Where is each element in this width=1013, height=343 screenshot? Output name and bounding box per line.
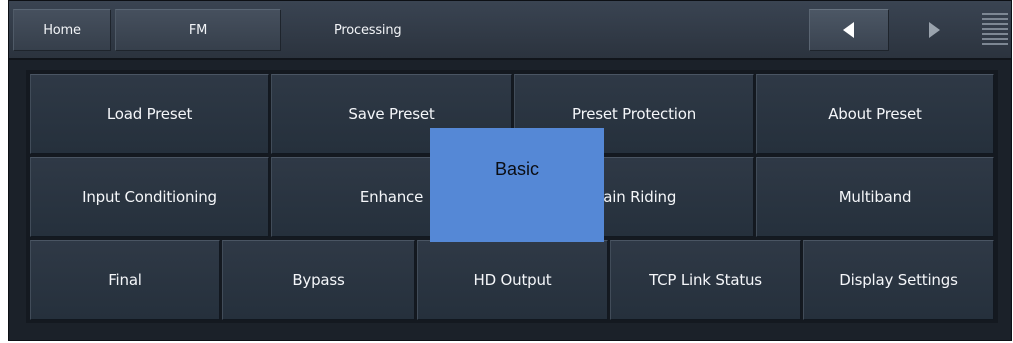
input-conditioning-button[interactable]: Input Conditioning bbox=[30, 157, 269, 237]
triangle-right-icon bbox=[929, 22, 940, 38]
load-preset-button[interactable]: Load Preset bbox=[30, 74, 269, 154]
hd-output-button[interactable]: HD Output bbox=[417, 240, 608, 320]
breadcrumb-processing: Processing bbox=[334, 22, 402, 38]
display-settings-button[interactable]: Display Settings bbox=[803, 240, 994, 320]
triangle-left-icon bbox=[843, 22, 854, 38]
tab-home[interactable]: Home bbox=[13, 9, 111, 51]
hamburger-icon bbox=[982, 13, 1008, 15]
final-button[interactable]: Final bbox=[30, 240, 220, 320]
bypass-button[interactable]: Bypass bbox=[222, 240, 415, 320]
tcp-link-status-button[interactable]: TCP Link Status bbox=[610, 240, 801, 320]
top-navigation-bar: Home FM Processing bbox=[9, 1, 1011, 60]
back-button[interactable] bbox=[809, 9, 889, 51]
about-preset-button[interactable]: About Preset bbox=[756, 74, 994, 154]
forward-button[interactable] bbox=[894, 9, 974, 51]
multiband-button[interactable]: Multiband bbox=[756, 157, 994, 237]
tab-fm[interactable]: FM bbox=[115, 9, 281, 51]
menu-button[interactable] bbox=[982, 13, 1008, 49]
basic-popup-button[interactable]: Basic bbox=[430, 128, 604, 242]
